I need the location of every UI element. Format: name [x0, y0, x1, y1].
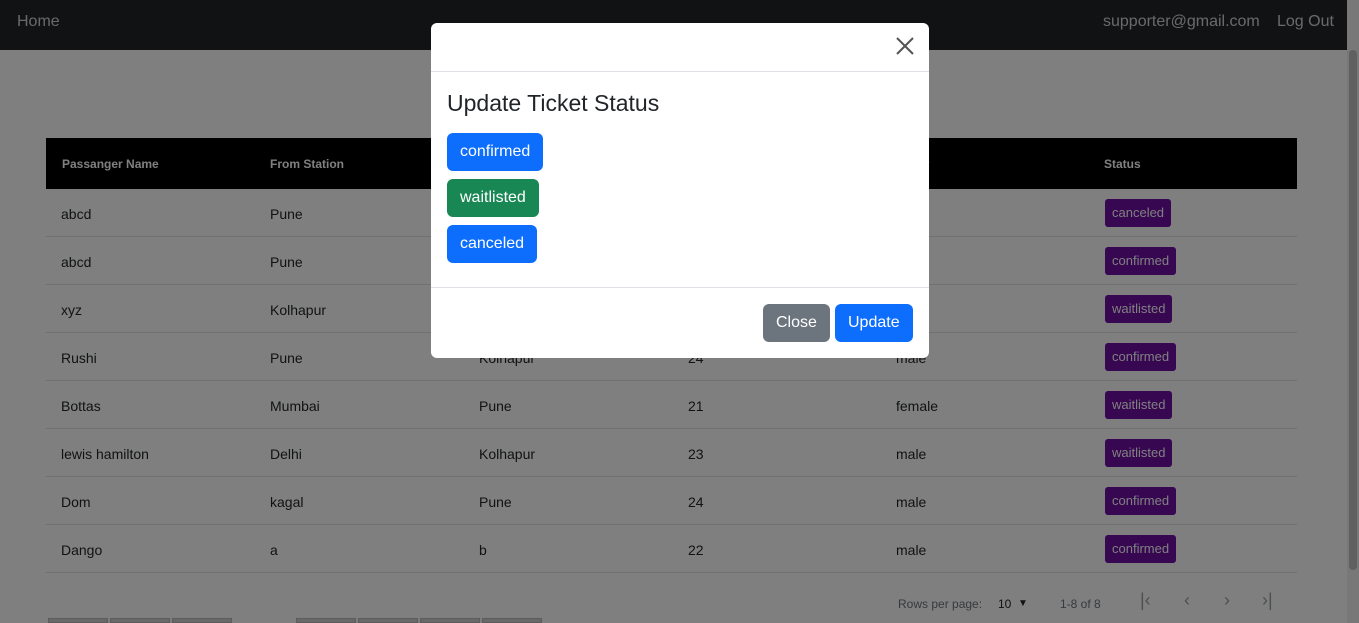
- status-option-confirmed[interactable]: confirmed: [447, 133, 544, 171]
- status-option-waitlisted[interactable]: waitlisted: [447, 179, 539, 217]
- update-status-modal: Update Ticket Status confirmed waitliste…: [431, 23, 929, 358]
- close-button[interactable]: Close: [763, 304, 830, 342]
- status-option-canceled[interactable]: canceled: [447, 225, 538, 263]
- modal-footer: Close Update: [431, 287, 929, 358]
- update-button[interactable]: Update: [835, 304, 913, 342]
- modal-header: [431, 23, 929, 72]
- close-icon[interactable]: [894, 35, 916, 57]
- modal-title: Update Ticket Status: [447, 90, 660, 116]
